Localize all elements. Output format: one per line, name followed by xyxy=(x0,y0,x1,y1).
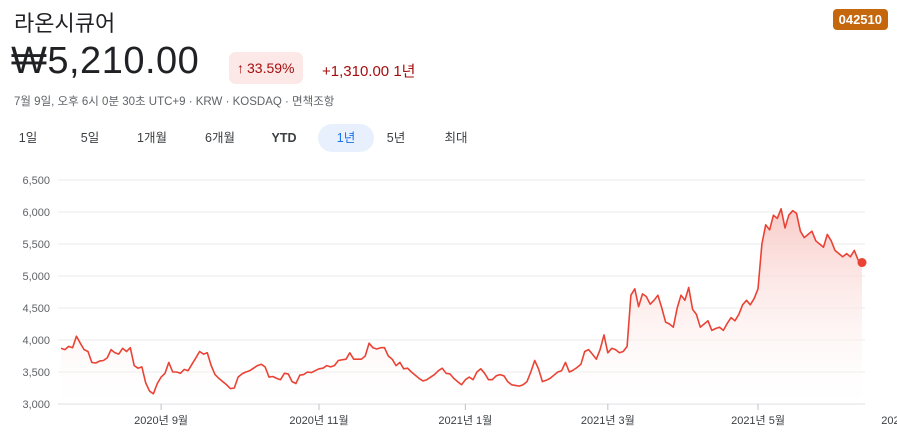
tab-max[interactable]: 최대 xyxy=(436,124,476,152)
y-tick-label: 5,500 xyxy=(22,239,50,251)
quote-meta: 7월 9일, 오후 6시 0분 30초 UTC+9 · KRW · KOSDAQ… xyxy=(14,96,335,108)
y-tick-label: 6,000 xyxy=(22,207,50,219)
tab-6m[interactable]: 6개월 xyxy=(196,124,244,152)
current-price: ₩5,210.00 xyxy=(11,40,200,82)
change-absolute: +1,310.00 1년 xyxy=(322,63,416,80)
tab-5y[interactable]: 5년 xyxy=(376,124,416,152)
y-tick-label: 4,000 xyxy=(22,335,50,347)
x-tick-label: 2021년 5월 xyxy=(731,414,785,427)
y-tick-label: 6,500 xyxy=(22,175,50,187)
y-tick-label: 3,500 xyxy=(22,367,50,379)
ticker-badge[interactable]: 042510 xyxy=(832,9,888,30)
tab-1y[interactable]: 1년 xyxy=(318,124,374,152)
x-tick-label: 2021년 7월 xyxy=(881,414,897,427)
tab-ytd[interactable]: YTD xyxy=(262,124,306,152)
x-tick-label: 2021년 1월 xyxy=(438,414,492,427)
y-tick-label: 4,500 xyxy=(22,303,50,315)
x-tick-label: 2020년 11월 xyxy=(289,414,348,427)
x-tick-label: 2021년 3월 xyxy=(581,414,635,427)
last-price-marker xyxy=(857,258,867,268)
y-tick-label: 3,000 xyxy=(22,399,50,411)
x-tick-label: 2020년 9월 xyxy=(134,414,188,427)
tab-1d[interactable]: 1일 xyxy=(10,124,46,152)
change-percent-badge: ↑ 33.59% xyxy=(229,52,304,84)
tab-1m[interactable]: 1개월 xyxy=(130,124,174,152)
y-tick-label: 5,000 xyxy=(22,271,50,283)
tab-5d[interactable]: 5일 xyxy=(72,124,108,152)
arrow-up-icon: ↑ xyxy=(237,60,244,76)
price-chart[interactable]: 6,500 6,000 5,500 5,000 4,500 4,000 3,500 3,000… xyxy=(0,160,897,444)
stock-name: 라온시큐어 xyxy=(14,12,116,37)
change-percent-value: 33.59% xyxy=(247,60,295,76)
